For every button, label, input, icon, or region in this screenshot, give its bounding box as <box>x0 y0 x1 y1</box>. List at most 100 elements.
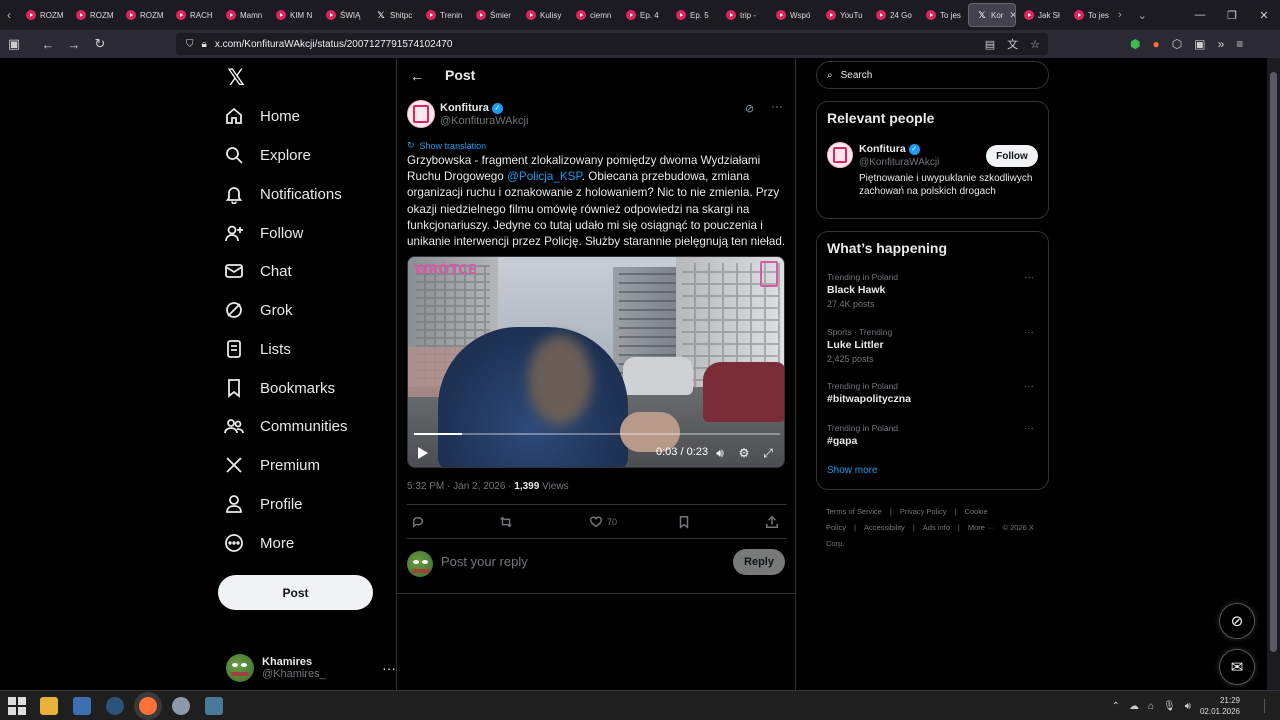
compose-post-button[interactable]: Post <box>218 575 373 610</box>
browser-tab[interactable]: ROZM <box>118 3 168 27</box>
messages-float-button[interactable]: ✉ <box>1219 649 1255 685</box>
browser-tab[interactable]: KIM N <box>268 3 318 27</box>
reload-icon[interactable]: ↻ <box>88 32 112 56</box>
browser-tab[interactable]: 𝕏 Shitpc <box>368 3 418 27</box>
volume-icon[interactable]: 🔊︎ <box>712 445 728 461</box>
browser-tab[interactable]: RACH <box>168 3 218 27</box>
overflow-menu-icon[interactable]: » <box>1218 37 1225 51</box>
nav-item-lists[interactable]: Lists <box>224 334 291 364</box>
nav-item-chat[interactable]: Chat <box>224 256 292 286</box>
extension-badge-icon[interactable]: ▣ <box>1194 37 1205 51</box>
browser-tab[interactable]: Jak Sł <box>1016 3 1066 27</box>
nav-item-premium[interactable]: Premium <box>224 450 320 480</box>
browser-tab[interactable]: YouTu <box>818 3 868 27</box>
reply-action[interactable] <box>411 514 425 530</box>
share-action[interactable] <box>765 514 779 530</box>
relevant-name[interactable]: Konfitura <box>859 143 906 155</box>
nav-item-notifications[interactable]: Notifications <box>224 179 342 209</box>
author-name[interactable]: Konfitura <box>440 102 489 114</box>
footer-link[interactable]: Terms of Service <box>826 507 882 516</box>
mention-link[interactable]: @Policja_KSP <box>507 170 582 183</box>
tab-scroll-left-icon[interactable]: ‹ <box>0 0 18 30</box>
browser-tab[interactable]: ciemn <box>568 3 618 27</box>
reader-view-icon[interactable]: ▤ <box>985 38 995 51</box>
reply-input[interactable]: Post your reply <box>441 554 528 569</box>
grok-icon[interactable]: ⊘ <box>745 102 759 116</box>
tab-scroll-right-icon[interactable]: › <box>1118 9 1122 21</box>
more-dots-icon[interactable]: ··· <box>771 99 783 113</box>
close-window-icon[interactable]: ✕ <box>1248 0 1280 30</box>
browser-tab[interactable]: Trenin <box>418 3 468 27</box>
play-icon[interactable] <box>418 447 428 459</box>
tray-chevron-icon[interactable]: ⌃ <box>1112 701 1120 712</box>
browser-tab[interactable]: ROZM <box>68 3 118 27</box>
nav-item-home[interactable]: Home <box>224 101 300 131</box>
tab-list-chevron-icon[interactable]: ⌄ <box>1138 9 1147 22</box>
microphone-icon[interactable]: 🎙︎ <box>1163 701 1176 712</box>
calculator-icon[interactable] <box>205 697 223 715</box>
video-progress-bar[interactable] <box>414 433 780 435</box>
more-dots-icon[interactable]: ··· <box>1024 272 1034 283</box>
nav-item-profile[interactable]: Profile <box>224 489 303 519</box>
minimize-icon[interactable]: — <box>1184 0 1216 30</box>
forward-icon[interactable]: → <box>62 32 86 56</box>
trend-item[interactable]: Trending in Poland #bitwapolityczna ··· <box>827 381 1040 421</box>
more-dots-icon[interactable]: ··· <box>382 660 396 676</box>
show-translation-link[interactable]: ↻ Show translation <box>407 140 486 151</box>
restore-icon[interactable]: ❐ <box>1216 0 1248 30</box>
file-explorer-icon[interactable] <box>40 697 58 715</box>
browser-tab[interactable]: ŚWIĄ <box>318 3 368 27</box>
browser-tab[interactable]: Ep. 5 <box>668 3 718 27</box>
more-dots-icon[interactable]: ··· <box>1024 381 1034 392</box>
author-name-row[interactable]: Konfitura ✓ <box>440 102 503 114</box>
trend-item[interactable]: Trending in Poland Black Hawk 27.4K posts ·… <box>827 272 1040 312</box>
browser-tab[interactable]: To jes <box>918 3 968 27</box>
nav-item-more[interactable]: More <box>224 528 294 558</box>
fox-extension-icon[interactable]: ● <box>1152 37 1159 51</box>
sidebar-toggle-icon[interactable]: ▣ <box>2 32 26 56</box>
reply-button[interactable]: Reply <box>733 549 785 575</box>
browser-tab[interactable]: ROZM <box>18 3 68 27</box>
footer-link[interactable]: More ··· <box>968 523 995 532</box>
show-more-link[interactable]: Show more <box>827 465 878 476</box>
like-action[interactable]: 70 <box>589 514 617 530</box>
browser-tab[interactable]: Mamn <box>218 3 268 27</box>
app-icon[interactable] <box>172 697 190 715</box>
volume-icon[interactable]: 🔊︎ <box>1185 701 1191 712</box>
steam-icon[interactable] <box>106 697 124 715</box>
author-handle[interactable]: @KonfituraWAkcji <box>440 115 528 127</box>
nav-item-follow[interactable]: Follow <box>224 218 303 248</box>
address-bar[interactable]: ⛉ 🔒︎ x.com/KonfituraWAkcji/status/200712… <box>176 33 1048 55</box>
account-switcher[interactable]: Khamires @Khamires_ ··· <box>226 648 396 688</box>
browser-tab[interactable]: Ep. 4 <box>618 3 668 27</box>
firefox-icon[interactable] <box>139 697 157 715</box>
nav-item-communities[interactable]: Communities <box>224 411 348 441</box>
search-input[interactable]: ⌕ Search <box>816 61 1049 89</box>
browser-tab[interactable]: trip - <box>718 3 768 27</box>
trend-item[interactable]: Sports · Trending Luke Littler 2,425 posts… <box>827 327 1040 367</box>
fullscreen-icon[interactable]: ⤢ <box>760 445 776 461</box>
browser-tab[interactable]: Wspó <box>768 3 818 27</box>
footer-link[interactable]: Accessibility <box>864 523 905 532</box>
repost-action[interactable] <box>499 514 513 530</box>
browser-tab[interactable]: To jes <box>1066 3 1116 27</box>
back-arrow-icon[interactable]: ← <box>407 66 427 86</box>
browser-tab[interactable]: Śmier <box>468 3 518 27</box>
browser-tab[interactable]: Kulisy <box>518 3 568 27</box>
page-scrollbar[interactable] <box>1267 58 1280 690</box>
hamburger-menu-icon[interactable]: ≡ <box>1236 37 1243 51</box>
windows-start-icon[interactable] <box>8 697 26 715</box>
nav-item-explore[interactable]: Explore <box>224 140 311 170</box>
relevant-name-row[interactable]: Konfitura ✓ <box>859 143 920 155</box>
extensions-icon[interactable]: ⬡ <box>1172 37 1182 51</box>
back-icon[interactable]: ← <box>36 32 60 56</box>
more-dots-icon[interactable]: ··· <box>1024 423 1034 434</box>
browser-tab[interactable]: 𝕏Kor✕ <box>968 3 1016 27</box>
bookmark-star-icon[interactable]: ☆ <box>1030 38 1040 51</box>
scrollbar-thumb[interactable] <box>1270 72 1277 652</box>
cloud-icon[interactable]: ☁ <box>1129 701 1139 712</box>
nav-item-grok[interactable]: Grok <box>224 295 293 325</box>
ublock-icon[interactable]: ⬢ <box>1130 37 1140 51</box>
url-text[interactable]: x.com/KonfituraWAkcji/status/20071277915… <box>215 39 453 50</box>
trend-item[interactable]: Trending in Poland #gapa ··· <box>827 423 1040 463</box>
